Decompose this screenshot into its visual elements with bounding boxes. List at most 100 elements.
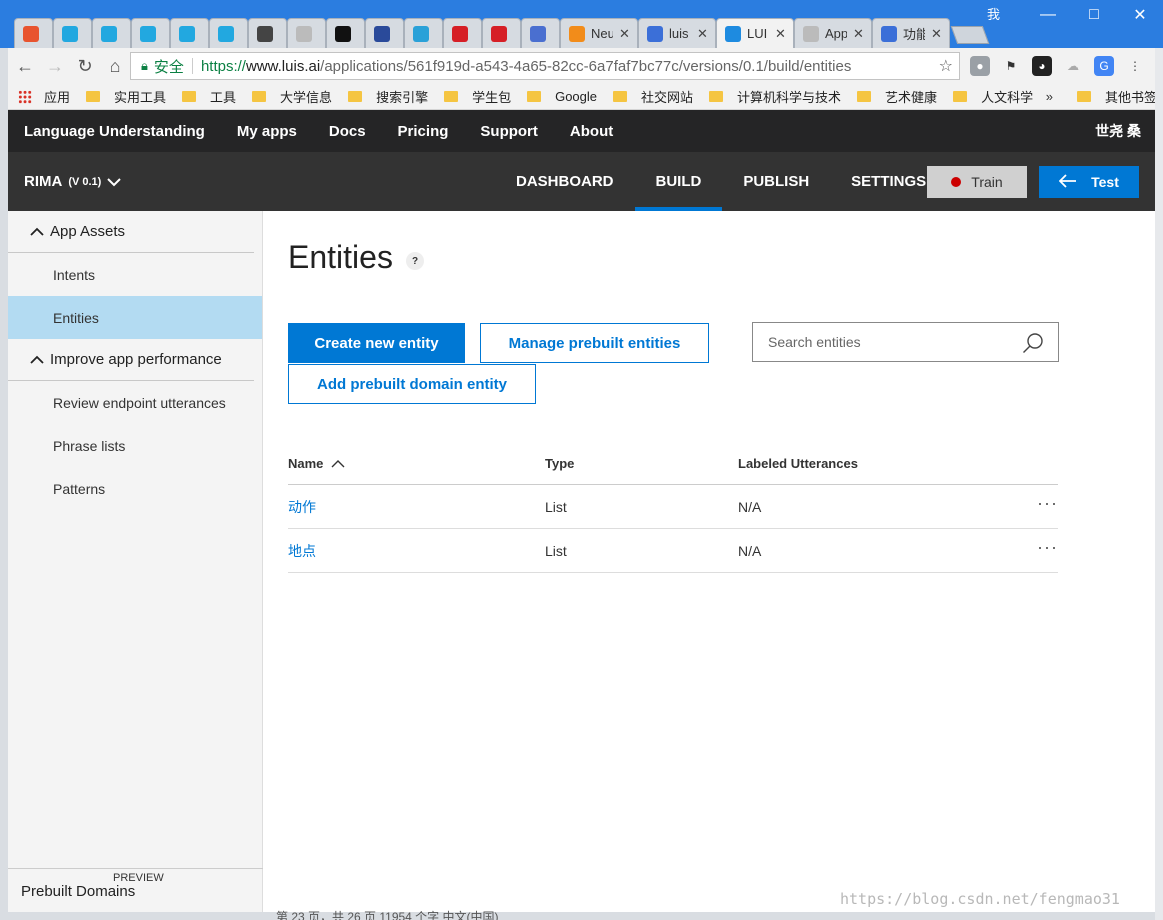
search-icon[interactable] xyxy=(1022,332,1044,354)
tab-build[interactable]: BUILD xyxy=(634,152,723,211)
close-tab-icon[interactable]: ✕ xyxy=(853,26,864,42)
manage-prebuilt-button[interactable]: Manage prebuilt entities xyxy=(480,323,709,363)
test-button[interactable]: Test xyxy=(1039,166,1139,198)
entity-name-link[interactable]: 地点 xyxy=(288,541,316,561)
browser-tab[interactable] xyxy=(14,18,53,48)
apps-grid-icon[interactable] xyxy=(18,89,32,104)
browser-tab[interactable]: App ✕ xyxy=(794,18,872,48)
create-entity-button[interactable]: Create new entity xyxy=(288,323,465,363)
close-tab-icon[interactable]: ✕ xyxy=(619,26,630,42)
browser-tab[interactable] xyxy=(521,18,560,48)
app-selector[interactable]: RIMA (V 0.1) xyxy=(24,173,122,190)
tab-dashboard[interactable]: DASHBOARD xyxy=(495,152,635,211)
close-tab-icon[interactable]: ✕ xyxy=(775,26,786,42)
bookmark-item[interactable]: 实用工具 xyxy=(86,87,166,106)
browser-tab[interactable] xyxy=(170,18,209,48)
browser-tab[interactable] xyxy=(365,18,404,48)
brand-link[interactable]: Language Understanding xyxy=(24,123,205,140)
browser-tab[interactable] xyxy=(443,18,482,48)
browser-tab[interactable] xyxy=(209,18,248,48)
browser-tab[interactable] xyxy=(326,18,365,48)
bookmark-item[interactable]: Google xyxy=(527,89,597,104)
reload-icon[interactable]: ↻ xyxy=(72,53,98,79)
sidebar-group-improve-performance[interactable]: Improve app performance xyxy=(8,339,254,381)
new-tab-button[interactable] xyxy=(950,26,990,44)
bookmark-item[interactable]: 艺术健康 xyxy=(857,87,937,106)
browser-tab[interactable]: Neu ✕ xyxy=(560,18,638,48)
bookmark-item[interactable]: 工具 xyxy=(182,87,236,106)
extension-tampermonkey-icon[interactable]: ◕ xyxy=(1032,56,1052,76)
forward-icon[interactable]: → xyxy=(42,53,68,79)
sidebar-item-review-utterances[interactable]: Review endpoint utterances xyxy=(8,381,262,424)
nav-docs[interactable]: Docs xyxy=(329,123,366,140)
more-options-icon[interactable]: ··· xyxy=(1037,493,1058,514)
browser-tab[interactable] xyxy=(53,18,92,48)
browser-menu-icon[interactable]: ⋮ xyxy=(1125,56,1145,76)
maximize-icon[interactable]: □ xyxy=(1071,0,1117,30)
other-bookmarks[interactable]: 其他书签 xyxy=(1076,87,1157,106)
folder-icon xyxy=(1076,91,1091,102)
address-bar[interactable]: 🔒︎ 安全 https://www.luis.ai/applications/5… xyxy=(130,52,960,80)
folder-icon xyxy=(709,91,724,102)
close-window-icon[interactable]: ✕ xyxy=(1117,0,1163,30)
folder-icon xyxy=(444,91,459,102)
browser-tab[interactable] xyxy=(482,18,521,48)
bookmark-star-icon[interactable]: ☆ xyxy=(939,56,953,76)
column-labeled-header[interactable]: Labeled Utterances xyxy=(738,456,988,471)
tab-publish[interactable]: PUBLISH xyxy=(722,152,830,211)
sidebar-item-entities[interactable]: Entities xyxy=(8,296,262,339)
nav-my-apps[interactable]: My apps xyxy=(237,123,297,140)
bookmark-item[interactable]: 社交网站 xyxy=(613,87,693,106)
nav-pricing[interactable]: Pricing xyxy=(398,123,449,140)
extension-flag-icon[interactable]: ⚑ xyxy=(1001,56,1021,76)
bookmark-item[interactable]: 大学信息 xyxy=(252,87,332,106)
browser-tab[interactable] xyxy=(287,18,326,48)
entity-type: List xyxy=(545,542,567,559)
nav-about[interactable]: About xyxy=(570,123,613,140)
browser-tab[interactable]: 功能 ✕ xyxy=(872,18,950,48)
browser-tab[interactable] xyxy=(92,18,131,48)
close-tab-icon[interactable]: ✕ xyxy=(697,26,708,42)
sidebar-group-app-assets[interactable]: App Assets xyxy=(8,211,254,253)
browser-tab[interactable]: luis ✕ xyxy=(638,18,716,48)
entity-name-link[interactable]: 动作 xyxy=(288,497,316,517)
paw-icon xyxy=(647,25,663,42)
tab-strip: Neu ✕ luis ✕ LUI ✕ App ✕ 功能 ✕ xyxy=(14,18,990,48)
minimize-icon[interactable]: — xyxy=(1025,0,1071,30)
extension-cloud-icon[interactable]: ☁ xyxy=(1063,56,1083,76)
close-tab-icon[interactable]: ✕ xyxy=(931,26,942,42)
home-icon[interactable]: ⌂ xyxy=(102,53,128,79)
browser-tab[interactable] xyxy=(404,18,443,48)
entity-type: List xyxy=(545,498,567,515)
bookmark-item[interactable]: 应用 xyxy=(44,87,70,106)
extension-shield-icon[interactable]: ● xyxy=(970,56,990,76)
browser-tab[interactable] xyxy=(131,18,170,48)
bookmark-item[interactable]: 计算机科学与技术 xyxy=(709,87,841,106)
search-input[interactable] xyxy=(768,334,1008,350)
bookmark-item[interactable]: 人文科学 xyxy=(953,87,1033,106)
background-window-edge xyxy=(1155,48,1163,920)
bookmarks-overflow-button[interactable]: » xyxy=(1046,89,1053,104)
more-options-icon[interactable]: ··· xyxy=(1037,537,1058,558)
train-button[interactable]: Train xyxy=(927,166,1027,198)
browser-tab[interactable] xyxy=(248,18,287,48)
bookmark-item[interactable]: 搜索引擎 xyxy=(348,87,428,106)
add-domain-entity-button[interactable]: Add prebuilt domain entity xyxy=(288,364,536,404)
help-icon[interactable]: ? xyxy=(406,252,424,270)
sidebar-item-patterns[interactable]: Patterns xyxy=(8,467,262,510)
browser-tab[interactable]: LUI ✕ xyxy=(716,18,794,48)
browser-user-label[interactable]: 我 xyxy=(987,4,1000,23)
bookmarks-bar: 应用 实用工具 工具 大学信息 搜索引擎 学生包 Google 社交网站 计算机科学与技术 艺术健… xyxy=(8,84,1163,110)
column-name-header[interactable]: Name xyxy=(288,456,545,471)
back-icon[interactable]: ← xyxy=(12,53,38,79)
sidebar-item-phrase-lists[interactable]: Phrase lists xyxy=(8,424,262,467)
secure-label: 安全 xyxy=(153,58,184,76)
bookmark-label: 搜索引擎 xyxy=(376,90,429,105)
sidebar-item-intents[interactable]: Intents xyxy=(8,253,262,296)
nav-support[interactable]: Support xyxy=(480,123,538,140)
bookmark-item[interactable]: 学生包 xyxy=(444,87,511,106)
extension-translate-icon[interactable]: G xyxy=(1094,56,1114,76)
user-name[interactable]: 世尧 桑 xyxy=(1095,121,1141,141)
column-type-header[interactable]: Type xyxy=(545,456,738,471)
prebuilt-domains-link[interactable]: PREVIEW Prebuilt Domains xyxy=(8,868,263,912)
